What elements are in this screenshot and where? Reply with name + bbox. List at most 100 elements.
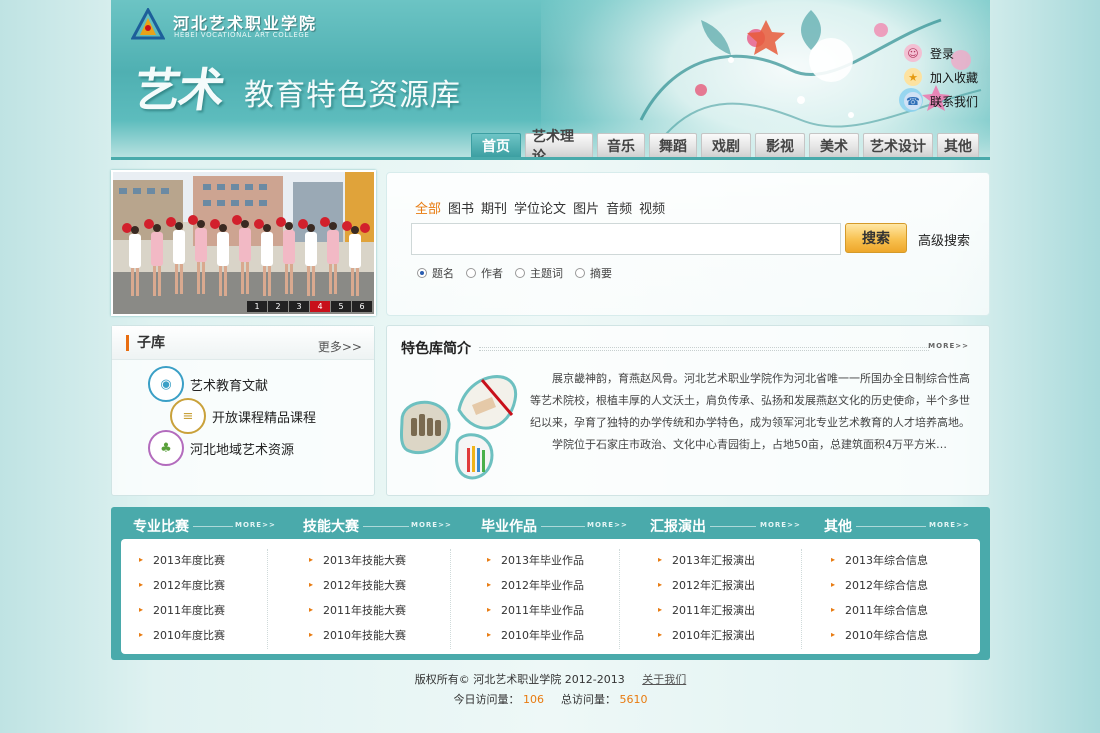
- list-item[interactable]: ▸ 2010年度比赛: [139, 622, 225, 647]
- nav-tab-art-theory[interactable]: 艺术理论: [525, 129, 593, 160]
- arrow-icon: ▸: [139, 630, 144, 639]
- scope-author[interactable]: 作者: [466, 265, 503, 281]
- search-type-tabs: 全部 图书 期刊 学位论文 图片 音频 视频: [415, 198, 672, 217]
- sublib-item-open-courses[interactable]: ≡ 开放课程精品课程: [170, 398, 316, 434]
- radio-checked[interactable]: [417, 268, 427, 278]
- list-item-label: 2013年汇报演出: [672, 553, 756, 567]
- slide-dot[interactable]: 3: [289, 301, 309, 312]
- arrow-icon: ▸: [139, 580, 144, 589]
- category-column-performances: ▸ 2013年汇报演出 ▸ 2012年汇报演出 ▸ 2011年汇报演出 ▸ 2010年汇…: [658, 547, 755, 647]
- nav-tab-dance[interactable]: 舞蹈: [649, 133, 697, 157]
- sublibrary-panel: 子库 更多>> ◉ 艺术教育文献 ≡ 开放课程精品课程 ♣ 河北地域艺术资源: [111, 325, 375, 496]
- list-item[interactable]: ▸ 2011年综合信息: [831, 597, 928, 622]
- list-item[interactable]: ▸ 2010年技能大赛: [309, 622, 406, 647]
- list-item[interactable]: ▸ 2012年度比赛: [139, 572, 225, 597]
- list-item[interactable]: ▸ 2010年汇报演出: [658, 622, 755, 647]
- search-type-journals[interactable]: 期刊: [481, 198, 507, 217]
- radio[interactable]: [466, 268, 476, 278]
- nav-tab-fine-art[interactable]: 美术: [809, 133, 859, 157]
- bookmark-link[interactable]: ★ 加入收藏: [904, 65, 990, 89]
- scope-title-label: 题名: [432, 267, 454, 280]
- category-more-link[interactable]: MORE>>: [929, 521, 970, 529]
- slide-dot[interactable]: 6: [352, 301, 372, 312]
- column-separator: [450, 549, 451, 649]
- search-type-theses[interactable]: 学位论文: [514, 198, 566, 217]
- list-item-label: 2010年汇报演出: [672, 628, 756, 642]
- list-item-label: 2013年度比赛: [153, 553, 226, 567]
- search-type-books[interactable]: 图书: [448, 198, 474, 217]
- list-item[interactable]: ▸ 2013年技能大赛: [309, 547, 406, 572]
- list-item[interactable]: ▸ 2012年毕业作品: [487, 572, 584, 597]
- arrow-icon: ▸: [487, 605, 492, 614]
- list-item[interactable]: ▸ 2010年综合信息: [831, 622, 928, 647]
- list-item[interactable]: ▸ 2010年毕业作品: [487, 622, 584, 647]
- list-item[interactable]: ▸ 2012年汇报演出: [658, 572, 755, 597]
- category-more-link[interactable]: MORE>>: [411, 521, 452, 529]
- category-more-link[interactable]: MORE>>: [587, 521, 628, 529]
- login-link[interactable]: ☺ 登录: [904, 41, 990, 65]
- category-title-skills: 技能大赛: [303, 519, 359, 535]
- sublib-item-arts-literature[interactable]: ◉ 艺术教育文献: [148, 366, 268, 402]
- list-item[interactable]: ▸ 2013年综合信息: [831, 547, 928, 572]
- page: 河北艺术职业学院 HEBEI VOCATIONAL ART COLLEGE 艺术…: [111, 0, 990, 733]
- scope-abstract[interactable]: 摘要: [575, 265, 612, 281]
- arrow-icon: ▸: [487, 580, 492, 589]
- slide-dot[interactable]: 5: [331, 301, 351, 312]
- list-item[interactable]: ▸ 2012年技能大赛: [309, 572, 406, 597]
- scope-subject[interactable]: 主题词: [515, 265, 563, 281]
- sublibrary-title: 子库: [126, 335, 165, 351]
- arrow-icon: ▸: [658, 630, 663, 639]
- radio[interactable]: [575, 268, 585, 278]
- slide-dot[interactable]: 1: [247, 301, 267, 312]
- list-item[interactable]: ▸ 2011年毕业作品: [487, 597, 584, 622]
- nav-tab-home[interactable]: 首页: [471, 133, 521, 157]
- scope-title[interactable]: 题名: [417, 265, 454, 281]
- nav-tab-drama[interactable]: 戏剧: [701, 133, 751, 157]
- intro-more-link[interactable]: MORE>>: [928, 342, 969, 350]
- college-logo-icon: [131, 8, 165, 40]
- books-icon: ≡: [170, 398, 206, 434]
- list-item-label: 2010年技能大赛: [323, 628, 407, 642]
- slide-dot[interactable]: 2: [268, 301, 288, 312]
- slide-dot-active[interactable]: 4: [310, 301, 330, 312]
- category-more-link[interactable]: MORE>>: [235, 521, 276, 529]
- search-type-audio[interactable]: 音频: [606, 198, 632, 217]
- footer: 版权所有© 河北艺术职业学院 2012-2013 关于我们 今日访问量： 106…: [111, 670, 990, 710]
- category-title-competitions: 专业比赛: [133, 519, 189, 535]
- search-scope-options: 题名 作者 主题词 摘要: [417, 265, 624, 281]
- nav-tab-music[interactable]: 音乐: [597, 133, 645, 157]
- sublib-item-label: 河北地域艺术资源: [190, 442, 295, 458]
- arrow-icon: ▸: [309, 605, 314, 614]
- category-more-link[interactable]: MORE>>: [760, 521, 801, 529]
- list-item[interactable]: ▸ 2012年综合信息: [831, 572, 928, 597]
- search-input[interactable]: [411, 223, 841, 255]
- radio[interactable]: [515, 268, 525, 278]
- photo-slider[interactable]: 1 2 3 4 5 6: [111, 170, 376, 316]
- list-item[interactable]: ▸ 2013年汇报演出: [658, 547, 755, 572]
- nav-tab-other[interactable]: 其他: [937, 133, 979, 157]
- list-item-label: 2013年技能大赛: [323, 553, 407, 567]
- list-item[interactable]: ▸ 2013年度比赛: [139, 547, 225, 572]
- list-item[interactable]: ▸ 2013年毕业作品: [487, 547, 584, 572]
- sublibrary-more-link[interactable]: 更多>>: [318, 338, 362, 355]
- arrow-icon: ▸: [831, 580, 836, 589]
- search-type-video[interactable]: 视频: [639, 198, 665, 217]
- sublib-item-hebei-regional[interactable]: ♣ 河北地域艺术资源: [148, 430, 294, 466]
- advanced-search-link[interactable]: 高级搜索: [918, 230, 970, 249]
- search-type-all[interactable]: 全部: [415, 198, 441, 217]
- nav-tab-film[interactable]: 影视: [755, 133, 805, 157]
- intro-text: 展京畿神韵，育燕赵风骨。河北艺术职业学院作为河北省唯一一所国办全日制综合性高等艺…: [530, 368, 970, 456]
- list-item-label: 2011年综合信息: [845, 603, 929, 617]
- nav-tab-art-design[interactable]: 艺术设计: [863, 133, 933, 157]
- search-button[interactable]: 搜索: [845, 223, 907, 253]
- category-title-performances: 汇报演出: [650, 519, 706, 535]
- list-item[interactable]: ▸ 2011年技能大赛: [309, 597, 406, 622]
- arrow-icon: ▸: [658, 580, 663, 589]
- contact-link[interactable]: ☎ 联系我们: [904, 89, 990, 113]
- search-type-images[interactable]: 图片: [573, 198, 599, 217]
- category-column-other: ▸ 2013年综合信息 ▸ 2012年综合信息 ▸ 2011年综合信息 ▸ 2010年综…: [831, 547, 928, 647]
- list-item[interactable]: ▸ 2011年度比赛: [139, 597, 225, 622]
- about-link[interactable]: 关于我们: [642, 673, 686, 686]
- category-title-graduation: 毕业作品: [481, 519, 537, 535]
- list-item[interactable]: ▸ 2011年汇报演出: [658, 597, 755, 622]
